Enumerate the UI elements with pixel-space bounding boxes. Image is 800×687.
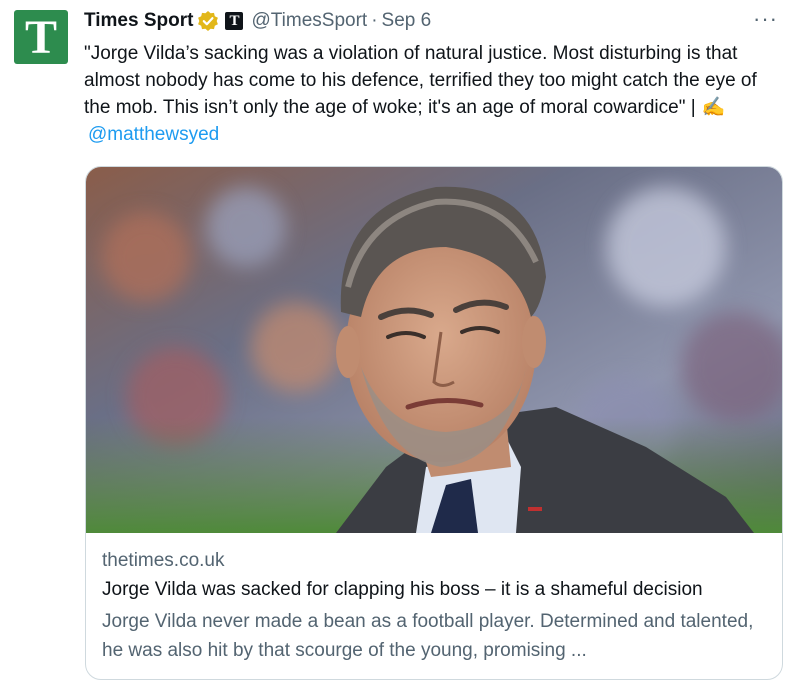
card-domain: thetimes.co.uk bbox=[102, 550, 225, 571]
tweet-text: "Jorge Vilda’s sacking was a violation o… bbox=[84, 40, 784, 148]
handle[interactable]: @TimesSport bbox=[251, 10, 367, 32]
card-image[interactable] bbox=[86, 167, 782, 533]
writing-hand-icon: ✍️ bbox=[701, 97, 726, 118]
link-card[interactable]: thetimes.co.uk Jorge Vilda was sacked fo… bbox=[85, 166, 783, 680]
affiliate-badge[interactable]: T bbox=[225, 12, 244, 30]
card-description: Jorge Vilda never made a bean as a footb… bbox=[102, 611, 754, 661]
display-name[interactable]: Times Sport bbox=[84, 10, 193, 32]
card-title[interactable]: Jorge Vilda was sacked for clapping his … bbox=[102, 576, 772, 603]
card-body[interactable]: thetimes.co.uk Jorge Vilda was sacked fo… bbox=[102, 547, 772, 665]
more-options-icon[interactable]: ··· bbox=[753, 6, 778, 32]
avatar-letter: T bbox=[24, 11, 57, 64]
verified-badge-icon bbox=[197, 10, 219, 32]
mention-link[interactable]: @matthewsyed bbox=[88, 124, 219, 145]
separator-dot: · bbox=[371, 10, 378, 31]
avatar[interactable]: T bbox=[14, 10, 68, 64]
tweet-body: "Jorge Vilda’s sacking was a violation o… bbox=[84, 43, 757, 118]
tweet-date[interactable]: Sep 6 bbox=[382, 10, 432, 32]
tweet-header: Times Sport T @TimesSport · Sep 6 bbox=[84, 8, 431, 34]
